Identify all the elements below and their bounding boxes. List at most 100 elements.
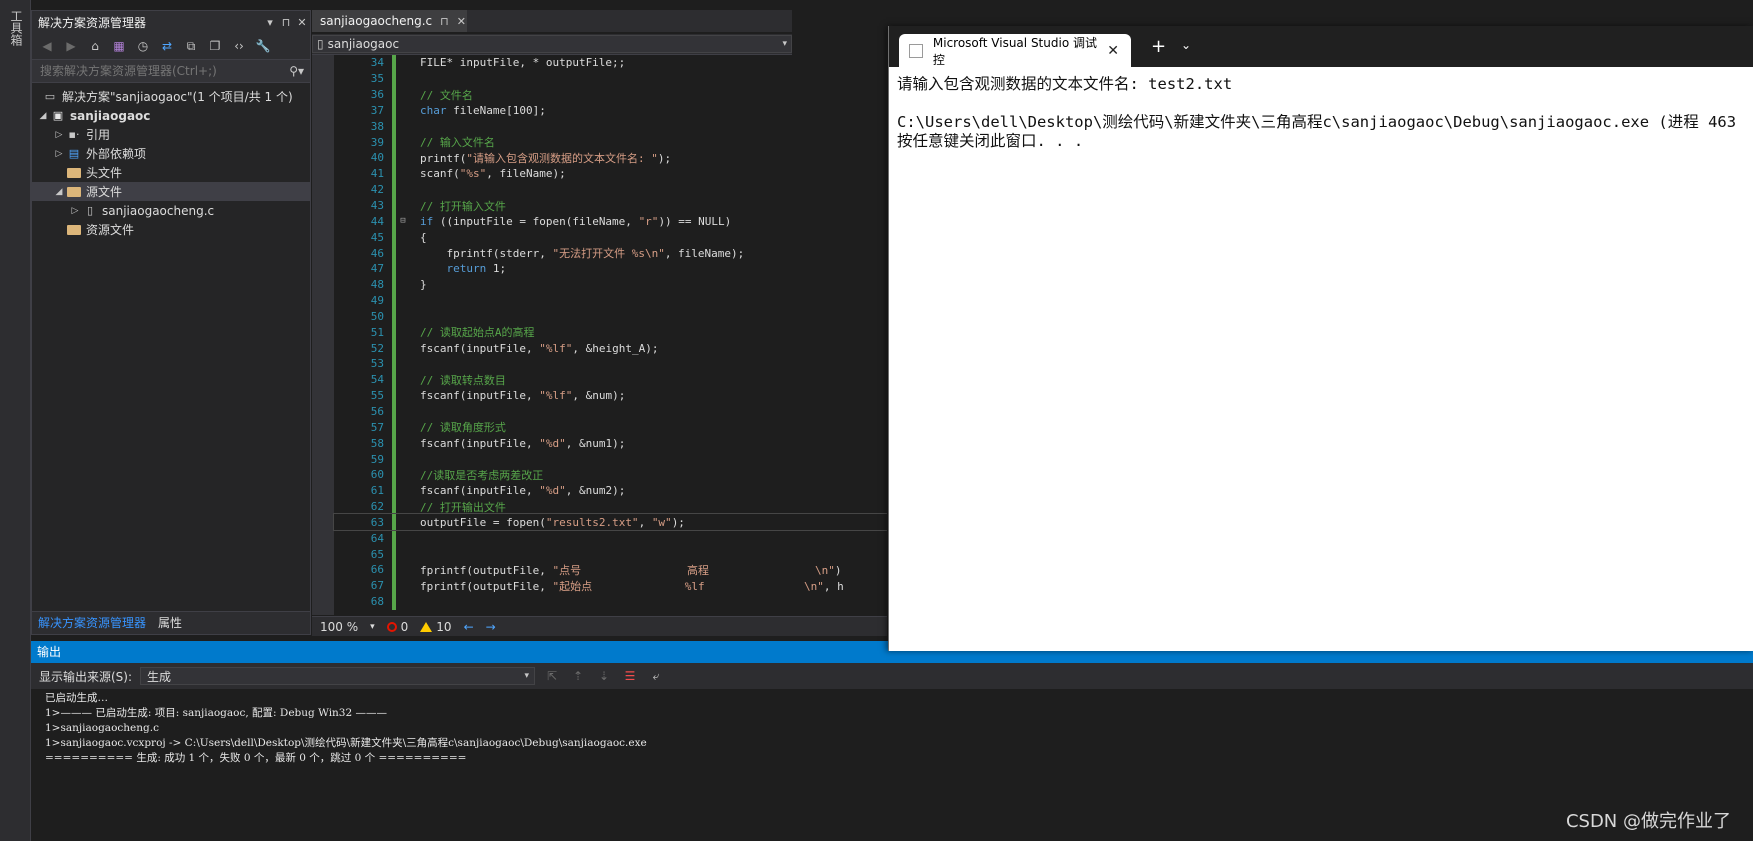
code-line[interactable]: 47 return 1; <box>334 260 887 277</box>
home-icon[interactable]: ⌂ <box>86 37 104 55</box>
code-editor[interactable]: 34 FILE* inputFile, * outputFile;; 35 36 // … <box>312 55 887 615</box>
tree-solution[interactable]: ▭ 解决方案"sanjiaogaoc"(1 个项目/共 1 个) <box>32 87 310 106</box>
collapse-all-icon[interactable]: ⧉ <box>182 37 200 55</box>
forward-icon[interactable]: ▶ <box>62 37 80 55</box>
code-line[interactable]: 46 fprintf(stderr, "无法打开文件 %s\n", fileNa… <box>334 245 887 261</box>
code-line[interactable]: 58 fscanf(inputFile, "%d", &num1); <box>334 435 887 452</box>
fold-toggle-icon[interactable]: ⊟ <box>396 216 410 226</box>
code-line[interactable]: 38 <box>334 118 887 135</box>
tree-references[interactable]: ▷ ▪· 引用 <box>32 125 310 144</box>
code-line[interactable]: 57 // 读取角度形式 <box>334 419 887 436</box>
tab-properties[interactable]: 属性 <box>152 612 188 634</box>
panel-menu-icon[interactable]: ▾ <box>262 16 278 29</box>
solution-search-input[interactable] <box>38 63 290 79</box>
code-text: // 文件名 <box>420 88 473 102</box>
collapse-arrow-icon[interactable]: ▷ <box>68 206 82 216</box>
project-scope-dropdown[interactable]: ▯ sanjiaogaoc ▾ <box>312 35 792 53</box>
expand-arrow-icon[interactable]: ◢ <box>52 187 66 197</box>
collapse-arrow-icon[interactable]: ▷ <box>52 149 66 159</box>
solution-explorer-titlebar: 解决方案资源管理器 ▾ ⊓ ✕ <box>32 11 310 33</box>
code-line[interactable]: 39 // 输入文件名 <box>334 134 887 151</box>
code-line[interactable]: 50 <box>334 308 887 325</box>
tree-external-deps[interactable]: ▷ ▤ 外部依赖项 <box>32 144 310 163</box>
editor-document-tab[interactable]: sanjiaogaocheng.c ⊓ ✕ <box>312 10 467 32</box>
code-line[interactable]: 62 // 打开输出文件 <box>334 498 887 515</box>
output-line: ========== 生成: 成功 1 个，失败 0 个，最新 0 个，跳过 0… <box>45 752 467 764</box>
code-line[interactable]: 52 fscanf(inputFile, "%lf", &height_A); <box>334 340 887 357</box>
code-line[interactable]: 56 <box>334 403 887 420</box>
code-line[interactable]: 44 ⊟ if ((inputFile = fopen(fileName, "r")… <box>334 213 887 230</box>
solution-search-box[interactable]: ⚲▾ <box>32 59 310 83</box>
properties-wrench-icon[interactable]: 🔧 <box>254 37 272 55</box>
new-tab-plus-icon[interactable]: + <box>1151 36 1166 57</box>
close-icon[interactable]: ✕ <box>1107 43 1119 59</box>
code-line[interactable]: 34 FILE* inputFile, * outputFile;; <box>334 55 887 71</box>
debug-console-window[interactable]: Microsoft Visual Studio 调试控 ✕ + ⌄ 请输入包含观… <box>888 26 1753 651</box>
code-line[interactable]: 66 fprintf(outputFile, "点号 高程 \n") <box>334 562 887 578</box>
tree-project[interactable]: ◢ ▣ sanjiaogaoc <box>32 106 310 125</box>
view-code-icon[interactable]: ‹› <box>230 37 248 55</box>
search-icon[interactable]: ⚲▾ <box>289 64 304 78</box>
code-line[interactable]: 36 // 文件名 <box>334 86 887 103</box>
code-line[interactable]: 43 // 打开输入文件 <box>334 197 887 214</box>
tree-headers[interactable]: 头文件 <box>32 163 310 182</box>
nav-back-arrow-icon[interactable]: ← <box>464 620 474 634</box>
chevron-down-icon: ▾ <box>782 39 787 49</box>
code-line[interactable]: 35 <box>334 70 887 87</box>
code-line[interactable]: 67 fprintf(outputFile, "起始点 %lf \n", h <box>334 577 887 594</box>
tree-sources[interactable]: ◢ 源文件 <box>32 182 310 201</box>
find-message-icon[interactable]: ⇱ <box>543 667 561 685</box>
error-count[interactable]: 0 <box>386 620 408 634</box>
toolbox-strip[interactable]: 工具箱 <box>0 0 31 841</box>
code-line[interactable]: 55 fscanf(inputFile, "%lf", &num); <box>334 387 887 404</box>
pending-changes-icon[interactable]: ◷ <box>134 37 152 55</box>
console-tab[interactable]: Microsoft Visual Studio 调试控 ✕ <box>899 34 1131 67</box>
console-output[interactable]: 请输入包含观测数据的文本文件名: test2.txt C:\Users\dell\… <box>889 67 1753 151</box>
code-line[interactable]: 68 <box>334 593 887 610</box>
code-line[interactable]: 48} <box>334 276 887 293</box>
code-line[interactable]: 45 { <box>334 229 887 246</box>
code-line[interactable]: 61 fscanf(inputFile, "%d", &num2); <box>334 482 887 499</box>
code-line[interactable]: 42 <box>334 181 887 198</box>
code-line[interactable]: 60 //读取是否考虑两差改正 <box>334 466 887 483</box>
zoom-level[interactable]: 100 % <box>320 620 358 634</box>
tree-source-file[interactable]: ▷ ▯ sanjiaogaocheng.c <box>32 201 310 220</box>
code-line[interactable]: 53 <box>334 356 887 372</box>
pin-icon[interactable]: ⊓ <box>278 16 294 29</box>
nav-forward-arrow-icon[interactable]: → <box>486 620 496 634</box>
code-line[interactable]: 54 // 读取转点数目 <box>334 371 887 388</box>
close-icon[interactable]: ✕ <box>457 15 466 28</box>
solution-icon: ▭ <box>44 90 56 103</box>
code-line[interactable]: 40 printf("请输入包含观测数据的文本文件名: "); <box>334 150 887 166</box>
warning-count[interactable]: 10 <box>420 620 452 634</box>
back-icon[interactable]: ◀ <box>38 37 56 55</box>
next-message-icon[interactable]: ⇣ <box>595 667 613 685</box>
pin-icon[interactable]: ⊓ <box>440 15 449 28</box>
code-text: //读取是否考虑两差改正 <box>420 468 544 482</box>
code-line[interactable]: 49 <box>334 292 887 309</box>
output-source-dropdown[interactable]: 生成 ▾ <box>140 667 536 685</box>
code-line[interactable]: 51 // 读取起始点A的高程 <box>334 324 887 341</box>
chevron-down-icon[interactable]: ⌄ <box>1181 38 1191 52</box>
code-line[interactable]: 65 <box>334 546 887 562</box>
chevron-down-icon[interactable]: ▾ <box>370 622 375 632</box>
clear-all-icon[interactable]: ☰ <box>621 667 639 685</box>
code-line[interactable]: 37 char fileName[100]; <box>334 102 887 119</box>
toolbox-label[interactable]: 工具箱 <box>9 10 23 46</box>
code-line[interactable]: 64 <box>334 530 887 547</box>
word-wrap-icon[interactable]: ⤶ <box>647 667 665 685</box>
prev-message-icon[interactable]: ⇡ <box>569 667 587 685</box>
vs-switch-views-icon[interactable]: ▦ <box>110 37 128 55</box>
code-line[interactable]: 41 scanf("%s", fileName); <box>334 165 887 182</box>
tree-resources[interactable]: 资源文件 <box>32 220 310 239</box>
chevron-down-icon: ▾ <box>524 671 530 681</box>
expand-arrow-icon[interactable]: ◢ <box>36 111 50 121</box>
code-line[interactable]: 63 outputFile = fopen("results2.txt", "w"… <box>333 513 887 532</box>
show-all-files-icon[interactable]: ❐ <box>206 37 224 55</box>
tab-solution-explorer[interactable]: 解决方案资源管理器 <box>32 612 152 634</box>
sync-icon[interactable]: ⇄ <box>158 37 176 55</box>
close-icon[interactable]: ✕ <box>294 16 310 29</box>
collapse-arrow-icon[interactable]: ▷ <box>52 130 66 140</box>
code-line[interactable]: 59 <box>334 451 887 467</box>
